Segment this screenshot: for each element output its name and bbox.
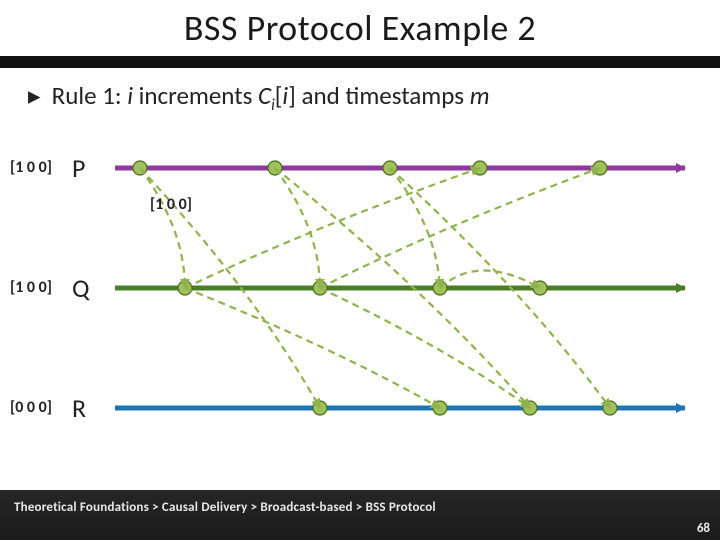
rule-C: C	[258, 80, 271, 111]
rule-t2: increments	[133, 80, 258, 111]
vector-R: [0 0 0]	[10, 398, 52, 417]
rule-prefix: Rule 1:	[52, 80, 128, 111]
page-number: 68	[697, 521, 710, 536]
title-area: BSS Protocol Example 2	[0, 0, 720, 50]
message-arc-0	[140, 168, 185, 288]
message-arc-8	[320, 168, 600, 288]
vector-P: [1 0 0]	[10, 158, 52, 177]
rule-text: ▸ Rule 1: i increments Ci[i] and timesta…	[0, 68, 720, 115]
rule-m: m	[470, 80, 490, 111]
message-arc-9	[320, 288, 530, 408]
breadcrumb: Theoretical Foundations > Causal Deliver…	[0, 490, 720, 515]
diagram-svg	[0, 140, 720, 460]
message-arc-7	[185, 288, 440, 408]
event-Q-3	[533, 281, 547, 295]
message-arc-6	[185, 168, 480, 288]
message-arc-10	[440, 271, 540, 289]
timeline-diagram: [1 0 0] P [1 0 0] [1 0 0] Q [0 0 0] R	[0, 140, 720, 460]
slide-title: BSS Protocol Example 2	[0, 6, 720, 50]
rule-t6: ] and timestamps	[288, 80, 470, 111]
process-label-P: P	[72, 152, 85, 184]
process-label-Q: Q	[72, 272, 90, 304]
event-annotation-p1: [1 0 0]	[150, 195, 192, 214]
vector-Q: [1 0 0]	[10, 278, 52, 297]
process-label-R: R	[72, 392, 86, 424]
bullet-icon: ▸	[28, 80, 46, 111]
title-underline	[0, 56, 720, 68]
footer: Theoretical Foundations > Causal Deliver…	[0, 490, 720, 540]
